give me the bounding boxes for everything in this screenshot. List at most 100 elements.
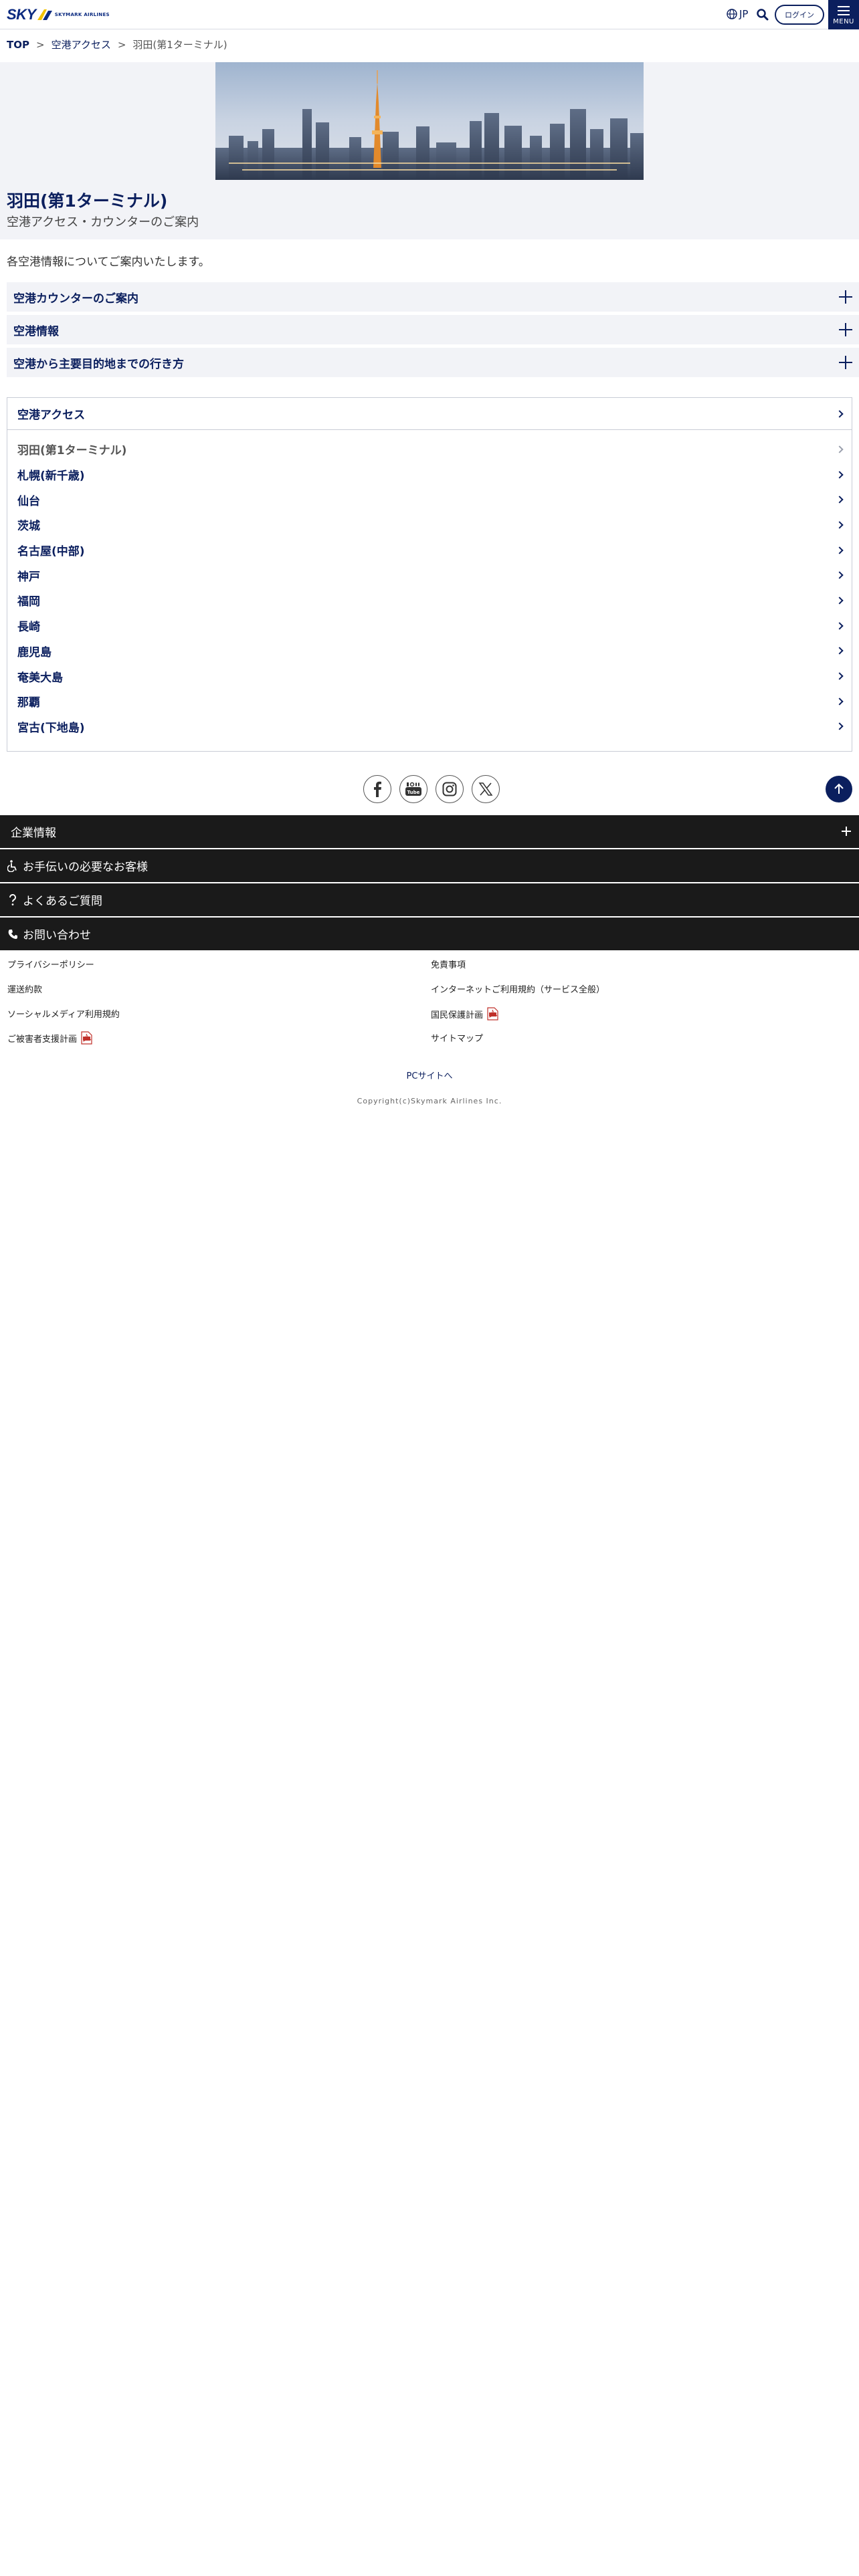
footer-faq[interactable]: よくあるご質問 (0, 883, 859, 916)
airport-label: 宮古(下地島) (17, 721, 85, 735)
airport-label: 奄美大島 (17, 671, 63, 685)
login-button[interactable]: ログイン (775, 5, 824, 25)
chevron-right-icon (836, 445, 844, 453)
airport-label: 長崎 (17, 621, 40, 635)
breadcrumb-separator: > (35, 38, 45, 51)
footer-corporate-info[interactable]: 企業情報 (0, 815, 859, 848)
footer-link-label: 国民保護計画 (431, 1010, 484, 1021)
airport-access-heading[interactable]: 空港アクセス (7, 398, 852, 430)
airport-item-fukuoka[interactable]: 福岡 (7, 588, 852, 613)
pdf-icon (487, 1007, 498, 1021)
airport-item-haneda-t1[interactable]: 羽田(第1ターミナル) (7, 437, 852, 462)
airport-label: 札幌(新千歳) (17, 469, 85, 484)
airport-access-heading-label: 空港アクセス (17, 409, 86, 422)
airport-item-kagoshima[interactable]: 鹿児島 (7, 639, 852, 664)
airport-label: 那覇 (17, 696, 40, 710)
hero-section: 羽田(第1ターミナル) 空港アクセス・カウンターのご案内 (0, 62, 859, 239)
internet-terms-link[interactable]: インターネットご利用規約（サービス全般） (431, 982, 605, 995)
footer-contact[interactable]: お問い合わせ (0, 918, 859, 950)
airport-label: 名古屋(中部) (17, 545, 85, 559)
wheelchair-icon (7, 859, 19, 872)
chevron-right-icon (836, 647, 844, 655)
chevron-right-icon (836, 546, 844, 554)
x-icon (478, 782, 493, 796)
social-links: Tube (363, 775, 500, 803)
language-switch[interactable]: JP (727, 8, 748, 20)
airport-item-nagoya[interactable]: 名古屋(中部) (7, 538, 852, 563)
footer-link-label: ご被害者支援計画 (7, 1034, 78, 1045)
phone-icon (7, 928, 19, 940)
globe-icon (727, 9, 737, 19)
language-label: JP (739, 8, 749, 20)
social-media-terms-link[interactable]: ソーシャルメディア利用規約 (7, 1007, 120, 1020)
facebook-link[interactable] (363, 775, 391, 803)
airport-label: 仙台 (17, 494, 40, 508)
breadcrumb-current: 羽田(第1ターミナル) (132, 39, 227, 51)
instagram-link[interactable] (436, 775, 464, 803)
accordion-label: 空港から主要目的地までの行き方 (13, 357, 184, 371)
disclaimer-link[interactable]: 免責事項 (431, 958, 466, 970)
site-header: SKY SKYMARK AIRLINES JP ログイン MENU (0, 0, 859, 29)
youtube-link[interactable]: Tube (399, 775, 427, 803)
accordion-airport-info[interactable]: 空港情報 (7, 315, 859, 344)
privacy-policy-link[interactable]: プライバシーポリシー (7, 958, 94, 970)
footer-assistance[interactable]: お手伝いの必要なお客様 (0, 849, 859, 882)
airport-label: 神戸 (17, 570, 40, 584)
airport-item-ibaraki[interactable]: 茨城 (7, 512, 852, 538)
civil-protection-plan-link[interactable]: 国民保護計画 (431, 1007, 498, 1021)
sitemap-link[interactable]: サイトマップ (431, 1031, 483, 1044)
svg-text:Tube: Tube (407, 790, 420, 795)
menu-label: MENU (833, 18, 854, 25)
breadcrumb-airport-access[interactable]: 空港アクセス (52, 37, 111, 51)
accordion-airport-counter[interactable]: 空港カウンターのご案内 (7, 282, 859, 312)
back-to-top-button[interactable] (826, 776, 852, 802)
chevron-right-icon (836, 621, 844, 630)
intro-text: 各空港情報についてご案内いたします。 (7, 255, 210, 269)
breadcrumb-separator: > (117, 38, 126, 51)
arrow-up-icon (834, 783, 844, 794)
instagram-icon (442, 782, 457, 796)
conditions-of-carriage-link[interactable]: 運送約款 (7, 982, 42, 995)
footer-link-label: ソーシャルメディア利用規約 (7, 1010, 120, 1020)
airport-label: 茨城 (17, 520, 40, 534)
chevron-right-icon (836, 496, 844, 504)
x-link[interactable] (472, 775, 500, 803)
accordion-directions[interactable]: 空港から主要目的地までの行き方 (7, 348, 859, 377)
airport-item-naha[interactable]: 那覇 (7, 689, 852, 714)
footer-bar-label: お問い合わせ (23, 929, 91, 942)
hamburger-icon (838, 6, 850, 18)
chevron-right-icon (836, 470, 844, 479)
chevron-right-icon (836, 521, 844, 529)
logo-text: SKY (7, 6, 36, 23)
footer-link-label: プライバシーポリシー (7, 960, 94, 970)
plus-icon (839, 290, 852, 304)
chevron-right-icon (836, 571, 844, 579)
menu-button[interactable]: MENU (828, 0, 859, 29)
airport-item-sendai[interactable]: 仙台 (7, 487, 852, 512)
breadcrumb-top[interactable]: TOP (7, 39, 29, 51)
search-icon[interactable] (756, 8, 769, 21)
airport-item-kobe[interactable]: 神戸 (7, 562, 852, 588)
airport-label: 羽田(第1ターミナル) (17, 444, 127, 458)
pc-site-link[interactable]: PCサイトへ (0, 1069, 859, 1081)
accordion-label: 空港カウンターのご案内 (13, 292, 138, 306)
chevron-right-icon (836, 597, 844, 605)
footer-link-label: 運送約款 (7, 985, 43, 995)
plus-icon (839, 356, 852, 369)
chevron-right-icon (836, 409, 844, 418)
footer-link-label: インターネットご利用規約（サービス全般） (431, 985, 605, 995)
airport-label: 鹿児島 (17, 645, 52, 659)
airport-item-nagasaki[interactable]: 長崎 (7, 613, 852, 639)
airport-item-miyako[interactable]: 宮古(下地島) (7, 714, 852, 740)
airport-access-panel: 空港アクセス 羽田(第1ターミナル) 札幌(新千歳) 仙台 茨城 名古屋(中部)… (7, 397, 852, 752)
airport-label: 福岡 (17, 595, 40, 609)
victim-support-plan-link[interactable]: ご被害者支援計画 (7, 1031, 92, 1045)
airport-item-sapporo[interactable]: 札幌(新千歳) (7, 462, 852, 488)
page-subtitle: 空港アクセス・カウンターのご案内 (7, 215, 199, 229)
chevron-right-icon (836, 672, 844, 680)
airport-item-amami[interactable]: 奄美大島 (7, 663, 852, 689)
tokyo-skyline-image (215, 62, 644, 180)
youtube-icon: Tube (405, 782, 421, 796)
footer-bar-label: お手伝いの必要なお客様 (23, 861, 148, 874)
skymark-logo[interactable]: SKY SKYMARK AIRLINES (7, 6, 110, 23)
